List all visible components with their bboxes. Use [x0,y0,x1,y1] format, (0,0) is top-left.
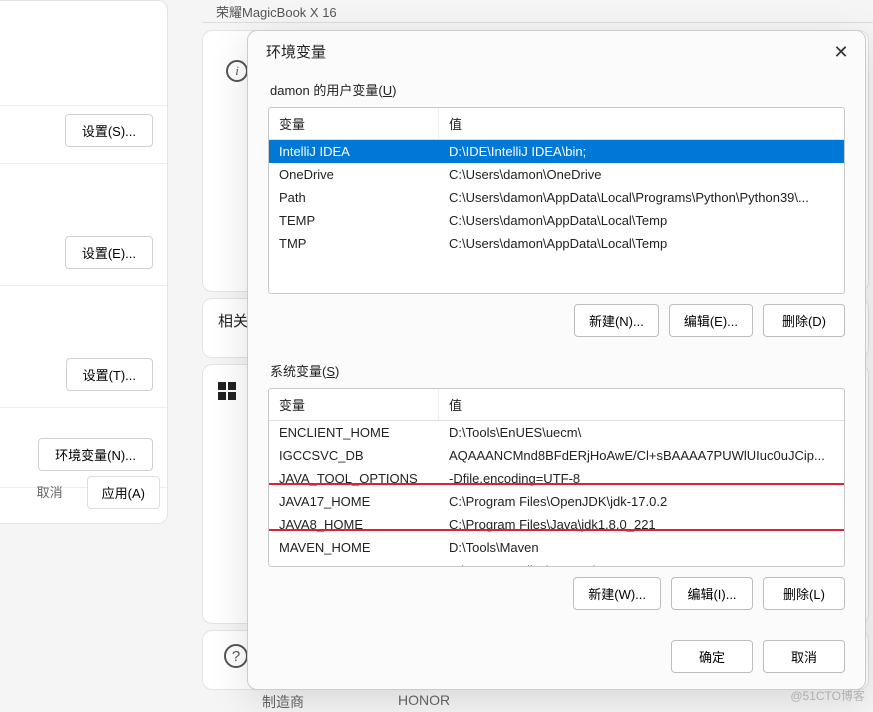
table-row[interactable]: IntelliJ IDEAD:\IDE\IntelliJ IDEA\bin; [269,140,844,163]
var-value: C:\Users\damon\OneDrive [439,163,844,186]
col-value[interactable]: 值 [439,389,844,420]
ok-button[interactable]: 确定 [671,640,753,673]
cancel-button[interactable]: 取消 [23,476,77,509]
table-header: 变量 值 [269,108,844,140]
table-row[interactable]: ENCLIENT_HOMED:\Tools\EnUES\uecm\ [269,421,844,444]
sys-vars-body[interactable]: ENCLIENT_HOMED:\Tools\EnUES\uecm\IGCCSVC… [269,421,844,567]
grid-icon [218,382,236,400]
apply-button[interactable]: 应用(A) [87,476,160,509]
left-panel: 设置(S)... 设置(E)... 设置(T)... 环境变量(N)... 取消… [0,0,168,524]
user-vars-label: damon 的用户变量(U) [270,80,845,99]
table-row[interactable]: JAVA8_HOMEC:\Program Files\Java\jdk1.8.0… [269,513,844,536]
var-value: C:\Users\damon\AppData\Local\Temp [439,209,844,232]
manufacturer-value: HONOR [398,692,450,708]
settings-s-button[interactable]: 设置(S)... [65,114,153,147]
settings-t-button[interactable]: 设置(T)... [66,358,153,391]
var-value: C:\Program Files\OpenJDK\jdk-17.0.2 [439,490,844,513]
var-name: JAVA_TOOL_OPTIONS [269,467,439,490]
var-name: OneDrive [269,163,439,186]
var-name: ENCLIENT_HOME [269,421,439,444]
manufacturer-label: 制造商 [262,692,304,712]
env-dialog: 环境变量 ✕ damon 的用户变量(U) 变量 值 IntelliJ IDEA… [247,30,866,690]
sys-new-button[interactable]: 新建(W)... [573,577,661,610]
related-text: 相关 [218,310,248,331]
device-name: 荣耀MagicBook X 16 [216,2,337,21]
var-value: C:\Users\damon\AppData\Local\Programs\Py… [439,186,844,209]
var-name: JAVA17_HOME [269,490,439,513]
related-label: 相关 [218,310,248,331]
var-value: D:\Tools\EnUES\uecm\ [439,421,844,444]
var-name: JAVA8_HOME [269,513,439,536]
env-vars-button[interactable]: 环境变量(N)... [38,438,153,471]
var-value: D:\IDE\IntelliJ IDEA\bin; [439,140,844,163]
col-value[interactable]: 值 [439,108,844,139]
table-row[interactable]: MYSQL_HOMEC:\Program Files\MySQL\MySQL S… [269,559,844,567]
var-name: MYSQL_HOME [269,559,439,567]
table-row[interactable]: MAVEN_HOMED:\Tools\Maven [269,536,844,559]
var-value: -Dfile.encoding=UTF-8 [439,467,844,490]
settings-e-button[interactable]: 设置(E)... [65,236,153,269]
var-name: TMP [269,232,439,255]
var-value: C:\Program Files\Java\jdk1.8.0_221 [439,513,844,536]
table-row[interactable]: TEMPC:\Users\damon\AppData\Local\Temp [269,209,844,232]
sys-delete-button[interactable]: 删除(L) [763,577,845,610]
sys-edit-button[interactable]: 编辑(I)... [671,577,753,610]
dialog-title: 环境变量 [266,41,326,62]
table-row[interactable]: IGCCSVC_DBAQAAANCMnd8BFdERjHoAwE/Cl+sBAA… [269,444,844,467]
user-delete-button[interactable]: 删除(D) [763,304,845,337]
table-row[interactable]: TMPC:\Users\damon\AppData\Local\Temp [269,232,844,255]
user-edit-button[interactable]: 编辑(E)... [669,304,753,337]
close-icon: ✕ [833,42,848,62]
sys-vars-label: 系统变量(S) [270,361,845,380]
var-name: IGCCSVC_DB [269,444,439,467]
var-value: C:\Program Files\MySQL\MySQL Server 5.7 [439,559,844,567]
var-value: AQAAANCMnd8BFdERjHoAwE/Cl+sBAAAA7PUWlUIu… [439,444,844,467]
user-vars-table[interactable]: 变量 值 IntelliJ IDEAD:\IDE\IntelliJ IDEA\b… [268,107,845,294]
table-row[interactable]: JAVA17_HOMEC:\Program Files\OpenJDK\jdk-… [269,490,844,513]
cancel-button[interactable]: 取消 [763,640,845,673]
sys-vars-table[interactable]: 变量 值 ENCLIENT_HOMED:\Tools\EnUES\uecm\IG… [268,388,845,567]
table-row[interactable]: OneDriveC:\Users\damon\OneDrive [269,163,844,186]
table-header: 变量 值 [269,389,844,421]
user-new-button[interactable]: 新建(N)... [574,304,659,337]
close-button[interactable]: ✕ [831,42,851,62]
var-value: C:\Users\damon\AppData\Local\Temp [439,232,844,255]
user-vars-body[interactable]: IntelliJ IDEAD:\IDE\IntelliJ IDEA\bin;On… [269,140,844,294]
var-name: TEMP [269,209,439,232]
var-value: D:\Tools\Maven [439,536,844,559]
col-variable[interactable]: 变量 [269,389,439,420]
table-row[interactable]: PathC:\Users\damon\AppData\Local\Program… [269,186,844,209]
var-name: MAVEN_HOME [269,536,439,559]
help-icon: ? [224,644,248,668]
table-row[interactable]: JAVA_TOOL_OPTIONS-Dfile.encoding=UTF-8 [269,467,844,490]
var-name: IntelliJ IDEA [269,140,439,163]
var-name: Path [269,186,439,209]
info-icon: i [226,60,248,82]
divider [202,22,873,23]
col-variable[interactable]: 变量 [269,108,439,139]
